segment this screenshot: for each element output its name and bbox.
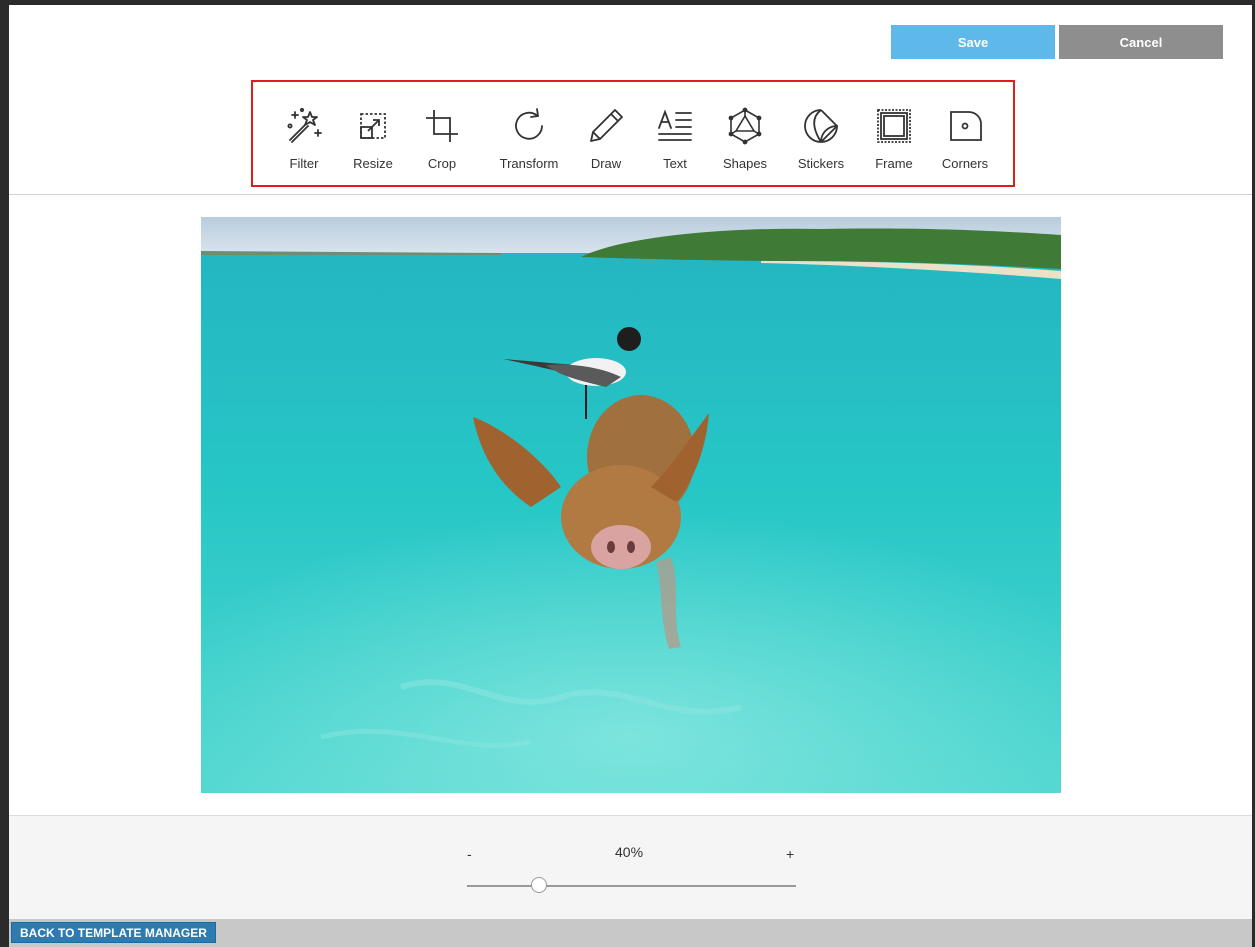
tool-label: Shapes (722, 156, 768, 171)
magic-wand-icon (282, 104, 326, 148)
footer-bar: BACK TO TEMPLATE MANAGER (9, 919, 1252, 947)
tool-label: Text (663, 156, 687, 171)
save-button[interactable]: Save (891, 25, 1055, 59)
tool-label: Frame (875, 156, 913, 171)
tool-corners[interactable]: Corners (937, 82, 993, 185)
tool-crop[interactable]: Crop (424, 82, 460, 185)
zoom-slider-thumb[interactable] (531, 877, 548, 893)
text-icon (653, 104, 697, 148)
tool-text[interactable]: Text (652, 82, 698, 185)
image-canvas (9, 195, 1252, 815)
tool-label: Stickers (797, 156, 845, 171)
tool-label: Filter (289, 156, 319, 171)
frame-icon (872, 104, 916, 148)
tool-toolbar: Filter Resize Crop Transform Draw Text S… (251, 80, 1015, 187)
tool-label: Resize (353, 156, 393, 171)
edited-image[interactable] (201, 217, 1061, 793)
tool-label: Crop (427, 156, 457, 171)
zoom-in-button[interactable]: + (786, 846, 794, 862)
resize-icon (351, 104, 395, 148)
tool-label: Draw (590, 156, 622, 171)
sticker-icon (799, 104, 843, 148)
cancel-button[interactable]: Cancel (1059, 25, 1223, 59)
editor-header: Save Cancel Filter Resize Crop Transform… (9, 5, 1252, 195)
tool-resize[interactable]: Resize (350, 82, 396, 185)
zoom-out-button[interactable]: - (467, 846, 472, 862)
pencil-icon (584, 104, 628, 148)
corners-icon (943, 104, 987, 148)
back-to-template-manager-button[interactable]: BACK TO TEMPLATE MANAGER (11, 922, 216, 943)
zoom-bar: - 40% + (9, 815, 1252, 920)
tool-draw[interactable]: Draw (582, 82, 630, 185)
crop-icon (420, 104, 464, 148)
tool-label: Corners (941, 156, 989, 171)
zoom-level: 40% (615, 844, 644, 860)
shapes-icon (723, 104, 767, 148)
rotate-icon (507, 104, 551, 148)
tool-transform[interactable]: Transform (493, 82, 565, 185)
tool-frame[interactable]: Frame (871, 82, 917, 185)
tool-filter[interactable]: Filter (281, 82, 327, 185)
zoom-slider-track[interactable] (467, 885, 796, 887)
tool-stickers[interactable]: Stickers (795, 82, 847, 185)
tool-label: Transform (499, 156, 559, 171)
tool-shapes[interactable]: Shapes (719, 82, 771, 185)
